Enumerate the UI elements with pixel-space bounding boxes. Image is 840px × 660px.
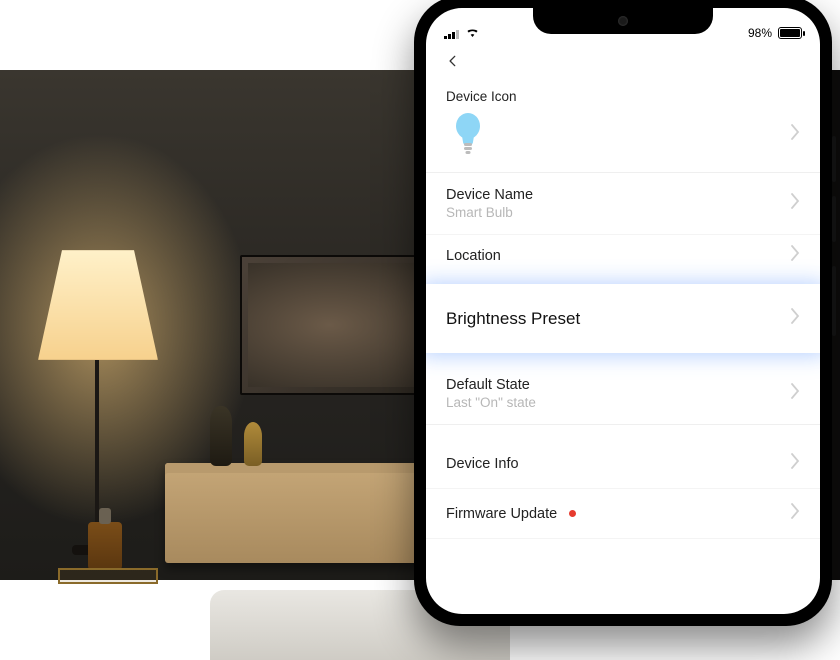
chevron-right-icon <box>790 308 800 329</box>
row-device-info[interactable]: Device Info <box>426 439 820 488</box>
battery-percent: 98% <box>748 26 772 40</box>
chevron-right-icon <box>790 453 800 474</box>
background-vase <box>210 406 232 466</box>
row-device-name[interactable]: Device Name Smart Bulb <box>426 173 820 234</box>
chevron-right-icon <box>790 193 800 214</box>
row-brightness-preset[interactable]: Brightness Preset <box>426 284 820 353</box>
row-firmware-update[interactable]: Firmware Update <box>426 489 820 538</box>
row-device-icon[interactable] <box>426 104 820 172</box>
default-state-label: Default State <box>446 377 536 393</box>
phone-side-button <box>832 136 836 182</box>
device-name-value: Smart Bulb <box>446 205 533 220</box>
chevron-right-icon <box>790 245 800 266</box>
chevron-right-icon <box>790 503 800 524</box>
row-default-state[interactable]: Default State Last "On" state <box>426 363 820 424</box>
phone-side-button <box>832 266 836 336</box>
chevron-right-icon <box>790 383 800 404</box>
background-tray <box>58 568 158 584</box>
update-indicator-dot <box>569 510 576 517</box>
location-label: Location <box>446 248 501 264</box>
default-state-value: Last "On" state <box>446 395 536 410</box>
chevron-left-icon <box>446 54 460 68</box>
brightness-preset-label: Brightness Preset <box>446 309 580 329</box>
background-vase-gold <box>244 422 262 466</box>
lightbulb-icon <box>446 112 490 156</box>
battery-icon <box>778 27 802 39</box>
chevron-right-icon <box>790 124 800 145</box>
phone-frame: 98% Device Icon <box>414 0 832 626</box>
wifi-icon <box>465 26 480 40</box>
row-location[interactable]: Location <box>426 235 820 276</box>
back-button[interactable] <box>426 50 820 83</box>
lamp-shade <box>38 250 158 360</box>
device-icon-label: Device Icon <box>426 83 820 104</box>
phone-notch <box>533 8 713 34</box>
device-name-label: Device Name <box>446 187 533 203</box>
background-decanter <box>88 522 122 570</box>
device-info-label: Device Info <box>446 456 519 472</box>
background-cabinet <box>165 463 435 563</box>
phone-screen: 98% Device Icon <box>426 8 820 614</box>
firmware-update-label: Firmware Update <box>446 506 557 522</box>
signal-icon <box>444 28 459 39</box>
phone-side-button <box>832 196 836 242</box>
